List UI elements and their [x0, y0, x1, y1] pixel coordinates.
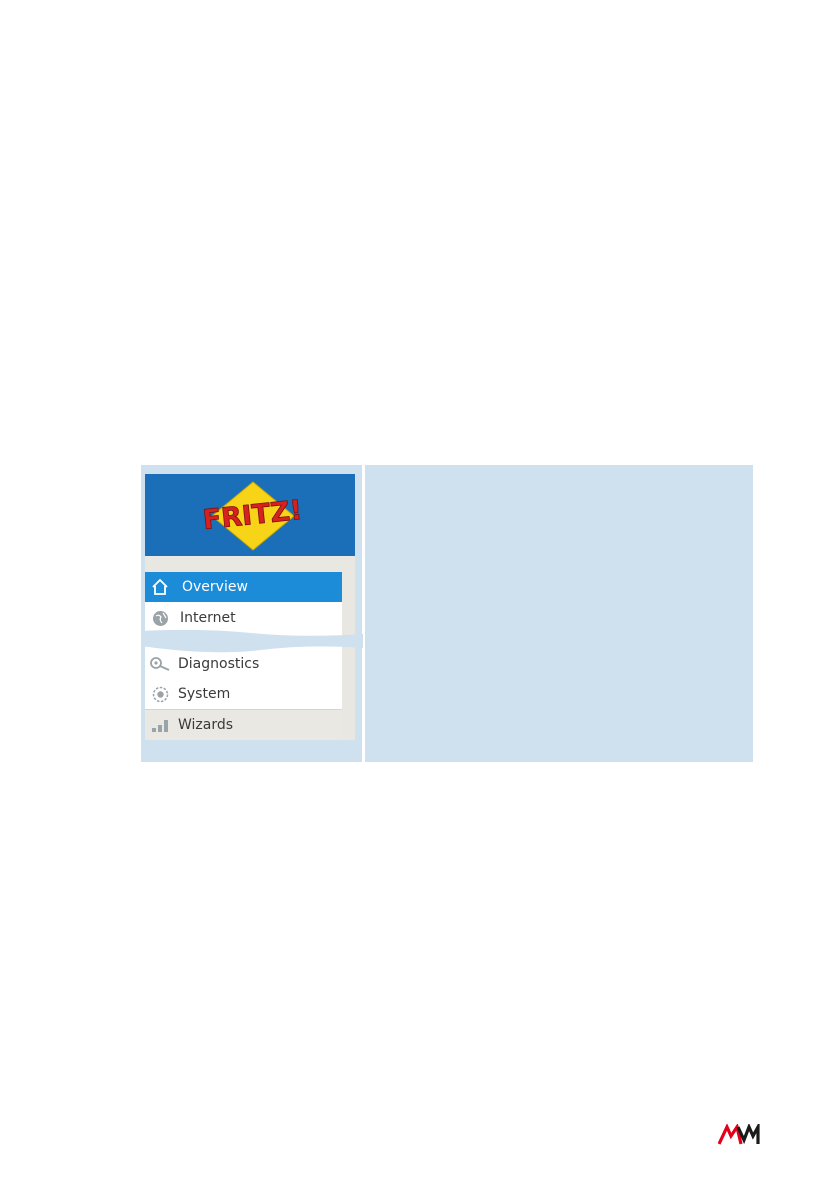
signal-bars-icon: [145, 710, 175, 740]
menu-item-label: Overview: [182, 579, 248, 595]
home-icon: [145, 572, 175, 602]
svg-text:FRITZ!: FRITZ!: [201, 495, 303, 536]
fritz-logo[interactable]: FRITZ!: [190, 480, 316, 552]
panel-divider: [362, 465, 365, 762]
menu-item-label: Internet: [180, 610, 236, 626]
menu-item-label: Wizards: [178, 717, 234, 733]
avm-logo: [718, 1124, 760, 1145]
menu-item-overview[interactable]: Overview: [145, 572, 342, 602]
menu-list: Overview Internet Diagnostics System Wiz…: [145, 572, 342, 740]
menu-item-label: Diagnostics: [178, 656, 260, 672]
gear-icon: [145, 679, 175, 709]
menu-item-system[interactable]: System: [145, 679, 342, 709]
torn-edge-separator: [141, 629, 363, 653]
menu-item-wizards[interactable]: Wizards: [145, 709, 342, 740]
menu-item-label: System: [178, 686, 231, 702]
